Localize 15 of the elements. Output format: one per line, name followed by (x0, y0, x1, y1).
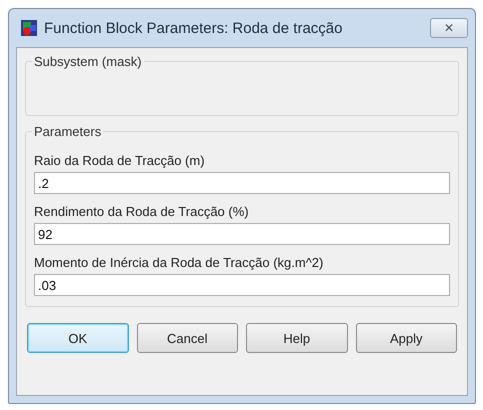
dialog-button[interactable]: Help (246, 323, 348, 353)
app-icon (20, 19, 38, 37)
dialog-button[interactable]: Cancel (136, 323, 238, 353)
dialog-button[interactable]: Apply (356, 323, 457, 353)
input-field[interactable]: .2 (34, 172, 450, 194)
field-label: Rendimento da Roda de Tracção (%) (34, 204, 250, 219)
close-button[interactable]: ✕ (430, 18, 468, 38)
input-field[interactable]: .03 (34, 274, 450, 296)
group-title: Subsystem (mask) (33, 54, 143, 69)
window-title: Function Block Parameters: Roda de tracção (44, 20, 344, 36)
dialog-button[interactable]: OK (27, 323, 128, 353)
field-label: Raio da Roda de Tracção (m) (34, 153, 206, 168)
input-field[interactable]: 92 (34, 223, 450, 245)
group-title: Parameters (33, 124, 102, 139)
field-label: Momento de Inércia da Roda de Tracção (kg.m^2) (34, 255, 324, 270)
